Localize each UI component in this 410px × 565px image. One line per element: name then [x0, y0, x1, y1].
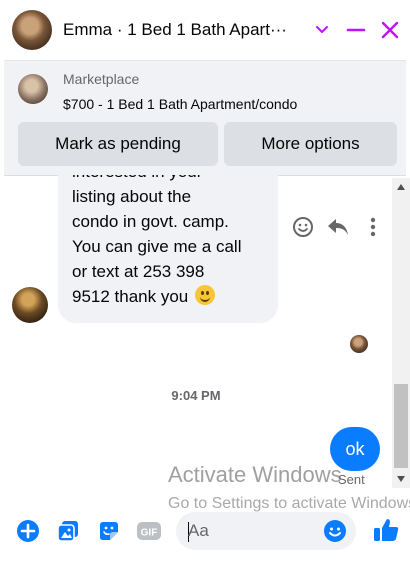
chat-title[interactable]: Emma · 1 Bed 1 Bath Apart···	[63, 20, 303, 40]
listing-title[interactable]: $700 - 1 Bed 1 Bath Apartment/condo	[63, 96, 297, 112]
plus-icon[interactable]	[15, 518, 41, 544]
sticker-icon[interactable]	[96, 518, 122, 544]
marketplace-label: Marketplace	[63, 71, 140, 87]
chevron-down-icon[interactable]	[310, 18, 334, 42]
message-line: listing about the	[72, 187, 192, 206]
close-icon[interactable]	[378, 18, 402, 42]
mark-as-pending-button[interactable]: Mark as pending	[18, 122, 218, 166]
activate-windows-title: Activate Windows	[168, 462, 342, 487]
scrollbar[interactable]	[392, 178, 410, 488]
scrollbar-thumb[interactable]	[394, 384, 408, 468]
more-icon[interactable]	[361, 215, 385, 239]
like-icon[interactable]	[371, 515, 401, 545]
message-status: Sent	[338, 472, 365, 487]
react-icon[interactable]	[291, 215, 315, 239]
incoming-message-text: interested in your listing about the con…	[72, 175, 264, 309]
message-line: or text at 253 398	[72, 262, 205, 281]
message-line-last: 9512 thank you	[72, 284, 264, 309]
seen-indicator-avatar	[350, 335, 368, 353]
message-list: interested in your listing about the con…	[0, 175, 392, 505]
more-options-button[interactable]: More options	[224, 122, 397, 166]
scroll-down-arrow-icon[interactable]	[397, 476, 405, 482]
contact-avatar[interactable]	[12, 10, 52, 50]
emoji-icon[interactable]	[322, 518, 348, 544]
listing-thumbnail[interactable]	[18, 74, 48, 104]
chat-window: Emma · 1 Bed 1 Bath Apart··· Marketplace…	[0, 0, 410, 565]
message-input[interactable]	[188, 512, 318, 550]
incoming-message-bubble[interactable]: interested in your listing about the con…	[58, 175, 278, 323]
scroll-up-arrow-icon[interactable]	[397, 184, 405, 190]
sender-avatar[interactable]	[12, 287, 48, 323]
photo-icon[interactable]	[55, 518, 81, 544]
marketplace-panel: Marketplace $700 - 1 Bed 1 Bath Apartmen…	[4, 60, 406, 176]
chat-header: Emma · 1 Bed 1 Bath Apart···	[0, 0, 410, 60]
message-input-wrapper[interactable]	[176, 512, 356, 550]
message-composer: GIF	[0, 505, 410, 565]
message-line: interested in your	[72, 175, 264, 184]
gif-label: GIF	[141, 528, 158, 539]
smiling-face-icon	[195, 285, 215, 305]
message-line: condo in govt. camp.	[72, 212, 229, 231]
gif-icon[interactable]: GIF	[136, 518, 162, 544]
minimize-icon[interactable]	[344, 18, 368, 42]
message-timestamp: 9:04 PM	[171, 388, 221, 403]
reply-icon[interactable]	[326, 215, 350, 239]
message-line: 9512 thank you	[72, 287, 189, 306]
message-line: You can give me a call	[72, 237, 242, 256]
